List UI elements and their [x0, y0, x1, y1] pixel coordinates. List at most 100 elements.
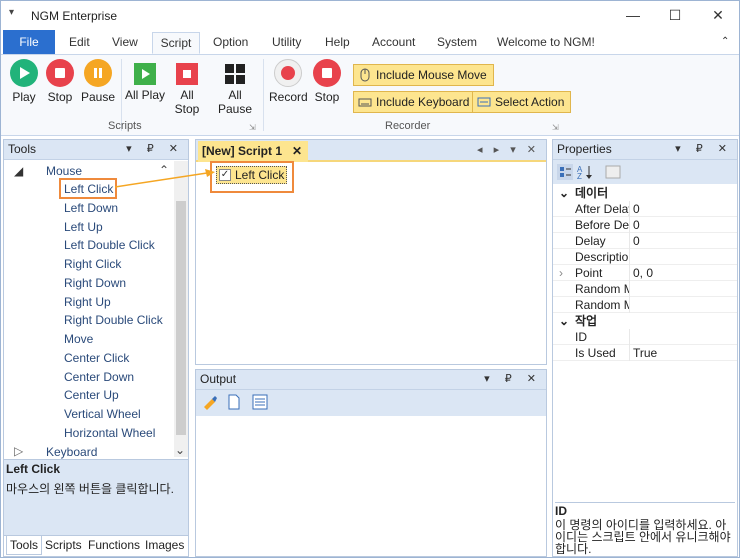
- property-row[interactable]: Description: [553, 249, 737, 265]
- scripts-group-label: Scripts: [108, 120, 142, 132]
- new-page-icon[interactable]: [226, 394, 242, 410]
- expand-property-icon[interactable]: ›: [559, 265, 563, 281]
- property-row[interactable]: Random Move: [553, 281, 737, 297]
- include-keyboard-label: Include Keyboard: [376, 95, 470, 109]
- tool-item[interactable]: Move: [64, 332, 93, 346]
- scroll-down-icon[interactable]: ⌄: [175, 443, 185, 457]
- property-value[interactable]: 0: [633, 217, 640, 233]
- column-divider[interactable]: [629, 233, 630, 249]
- categorized-icon[interactable]: [557, 164, 573, 180]
- tool-item[interactable]: Right Down: [64, 276, 126, 290]
- tools-scrollbar[interactable]: [174, 161, 188, 457]
- tab-utility[interactable]: Utility: [268, 32, 305, 54]
- scrollbar-thumb[interactable]: [176, 201, 186, 435]
- collapse-category-icon[interactable]: ⌄: [559, 185, 569, 201]
- tool-item[interactable]: Horizontal Wheel: [64, 426, 155, 440]
- bottom-tab-functions[interactable]: Functions: [85, 538, 143, 552]
- quick-access-menu-icon[interactable]: ▾: [9, 7, 14, 18]
- column-divider[interactable]: [629, 249, 630, 265]
- property-value[interactable]: True: [633, 345, 657, 361]
- pause-button[interactable]: Pause: [81, 59, 115, 104]
- tool-item[interactable]: Left Up: [64, 220, 103, 234]
- property-row[interactable]: Random Move: [553, 297, 737, 313]
- tab-help[interactable]: Help: [321, 32, 354, 54]
- all-stop-label: All Stop: [174, 88, 200, 116]
- column-divider[interactable]: [629, 217, 630, 233]
- bottom-tab-tools[interactable]: Tools: [6, 536, 43, 555]
- script-action-item[interactable]: ✓ Left Click: [216, 166, 288, 184]
- select-action-icon: [477, 97, 491, 107]
- tab-new-script-1[interactable]: [New] Script 1 ✕: [198, 141, 308, 162]
- expand-arrow-icon[interactable]: ▷: [14, 444, 23, 458]
- bottom-tab-scripts[interactable]: Scripts: [42, 538, 85, 552]
- tool-item[interactable]: Left Down: [64, 201, 118, 215]
- property-value[interactable]: 0: [633, 201, 640, 217]
- tool-item[interactable]: Center Up: [64, 388, 119, 402]
- property-category[interactable]: ⌄ 작업: [553, 313, 737, 329]
- script-editor: [New] Script 1 ✕ ◂ ▸ ▾ ✕ ✓ Left Click: [195, 139, 547, 365]
- output-panel-controls[interactable]: ▾ ₽ ✕: [484, 370, 542, 389]
- tool-item[interactable]: Center Down: [64, 370, 134, 384]
- all-pause-button[interactable]: All Pause: [210, 59, 260, 116]
- property-row[interactable]: Before Delay 0: [553, 217, 737, 233]
- all-stop-button[interactable]: All Stop: [167, 59, 207, 116]
- column-divider[interactable]: [629, 297, 630, 313]
- property-row[interactable]: After Delay 0: [553, 201, 737, 217]
- column-divider[interactable]: [629, 281, 630, 297]
- tool-item[interactable]: Left Double Click: [64, 238, 155, 252]
- tool-item[interactable]: Right Up: [64, 295, 111, 309]
- tab-script[interactable]: Script: [152, 32, 200, 54]
- include-keyboard-button[interactable]: Include Keyboard: [353, 91, 477, 113]
- close-button[interactable]: ✕: [698, 3, 738, 27]
- sort-alphabetical-icon[interactable]: AZ: [577, 164, 595, 180]
- list-view-icon[interactable]: [252, 394, 268, 410]
- tool-item[interactable]: Center Click: [64, 351, 129, 365]
- column-divider[interactable]: [629, 265, 630, 281]
- tool-item[interactable]: Vertical Wheel: [64, 407, 141, 421]
- tool-description: Left Click 마우스의 왼쪽 버튼을 클릭합니다.: [4, 459, 188, 535]
- column-divider[interactable]: [629, 329, 630, 345]
- scripts-group-launcher-icon[interactable]: ⇲: [249, 123, 256, 132]
- tool-item[interactable]: Right Click: [64, 257, 121, 271]
- property-row[interactable]: Delay 0: [553, 233, 737, 249]
- select-action-button[interactable]: Select Action: [472, 91, 572, 113]
- stop-button[interactable]: Stop: [45, 59, 75, 104]
- tab-system[interactable]: System: [433, 32, 481, 54]
- tool-item[interactable]: Right Double Click: [64, 313, 163, 327]
- property-row[interactable]: Is Used True: [553, 345, 737, 361]
- recorder-group-launcher-icon[interactable]: ⇲: [552, 123, 559, 132]
- tools-panel-controls[interactable]: ▾ ₽ ✕: [126, 140, 184, 159]
- property-category[interactable]: ⌄ 데이터: [553, 185, 737, 201]
- document-tab-close-icon[interactable]: ✕: [292, 141, 302, 161]
- property-value[interactable]: 0: [633, 233, 640, 249]
- action-checkbox[interactable]: ✓: [219, 169, 231, 181]
- record-button[interactable]: Record: [269, 59, 308, 104]
- tab-option[interactable]: Option: [209, 32, 252, 54]
- property-row[interactable]: › Point 0, 0: [553, 265, 737, 281]
- bottom-tab-images[interactable]: Images: [142, 538, 187, 552]
- tab-edit[interactable]: Edit: [65, 32, 94, 54]
- tab-welcome[interactable]: Welcome to NGM!: [493, 32, 599, 54]
- clear-output-icon[interactable]: [202, 394, 218, 410]
- properties-panel-controls[interactable]: ▾ ₽ ✕: [675, 140, 733, 159]
- include-mouse-move-button[interactable]: Include Mouse Move: [353, 64, 494, 86]
- tree-node-mouse[interactable]: Mouse: [46, 164, 82, 178]
- play-button[interactable]: Play: [9, 59, 39, 104]
- collapse-category-icon[interactable]: ⌄: [559, 313, 569, 329]
- tab-view[interactable]: View: [108, 32, 142, 54]
- maximize-button[interactable]: ☐: [655, 3, 695, 27]
- collapse-ribbon-icon[interactable]: ⌃: [717, 32, 733, 54]
- property-value[interactable]: 0, 0: [633, 265, 653, 281]
- tab-account[interactable]: Account: [368, 32, 419, 54]
- column-divider[interactable]: [629, 345, 630, 361]
- property-pages-icon[interactable]: [605, 164, 621, 180]
- all-play-button[interactable]: All Play: [125, 59, 165, 102]
- collapse-arrow-icon[interactable]: ◢: [14, 164, 23, 178]
- minimize-button[interactable]: —: [613, 3, 653, 27]
- column-divider[interactable]: [629, 201, 630, 217]
- document-nav-controls[interactable]: ◂ ▸ ▾ ✕: [477, 143, 540, 156]
- tab-file[interactable]: File: [3, 30, 55, 54]
- tree-node-keyboard[interactable]: Keyboard: [46, 445, 97, 459]
- recorder-stop-button[interactable]: Stop: [311, 59, 343, 104]
- property-row[interactable]: ID: [553, 329, 737, 345]
